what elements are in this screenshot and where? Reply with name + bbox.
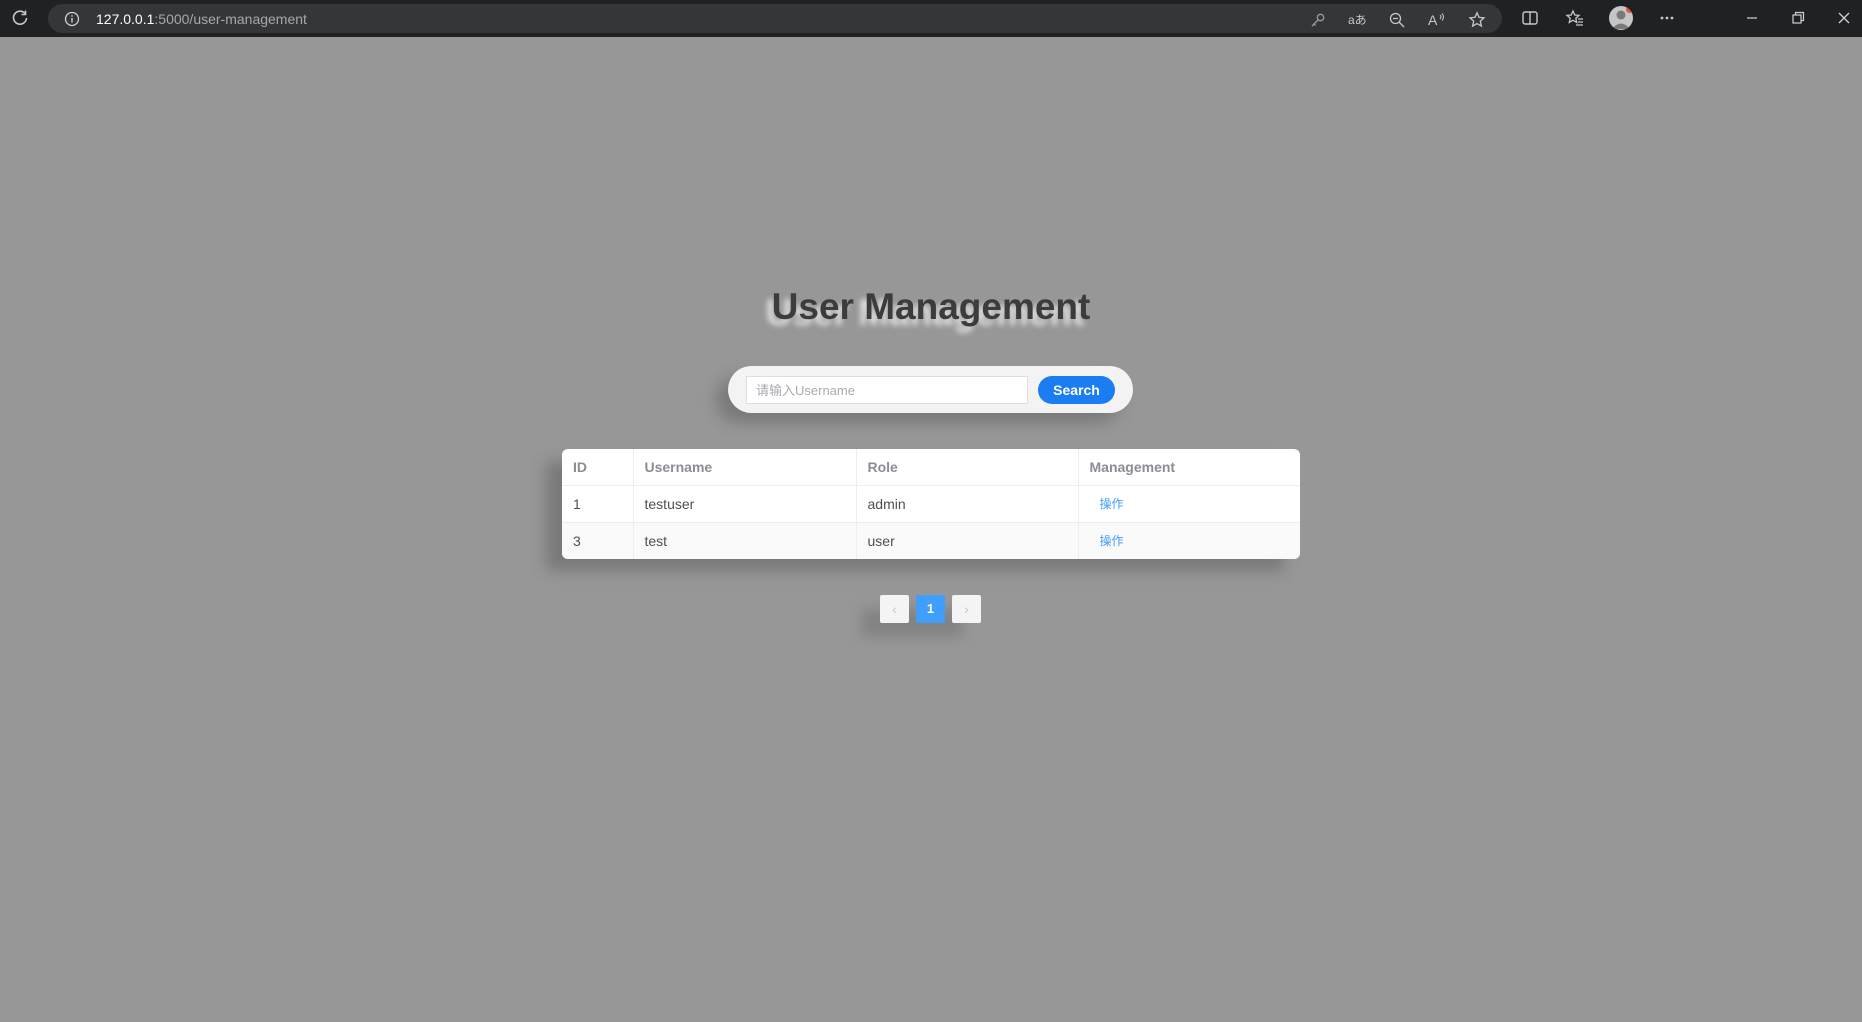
operate-link[interactable]: 操作 xyxy=(1100,534,1124,548)
url-path: :5000/user-management xyxy=(154,11,307,27)
translate-icon[interactable]: aあ xyxy=(1348,11,1367,29)
favorite-star-icon[interactable] xyxy=(1468,11,1486,29)
table-row: 1 testuser admin 操作 xyxy=(562,485,1300,523)
cell-username: testuser xyxy=(633,485,857,523)
site-info-icon[interactable] xyxy=(64,11,80,27)
page-number-button[interactable]: 1 xyxy=(916,595,945,623)
key-icon[interactable] xyxy=(1309,11,1327,29)
profile-avatar[interactable] xyxy=(1609,6,1633,30)
next-page-button[interactable]: › xyxy=(952,595,981,623)
column-header-management: Management xyxy=(1078,449,1300,486)
svg-text:aあ: aあ xyxy=(1348,13,1367,27)
cell-management: 操作 xyxy=(1078,485,1300,523)
search-button[interactable]: Search xyxy=(1038,376,1115,404)
split-screen-icon[interactable] xyxy=(1520,8,1540,28)
cell-role: user xyxy=(856,522,1079,559)
reload-icon[interactable] xyxy=(10,8,30,28)
svg-text:A: A xyxy=(1428,12,1438,28)
favorites-icon[interactable] xyxy=(1565,8,1585,28)
pagination: ‹ 1 › xyxy=(862,595,982,637)
cell-id: 3 xyxy=(562,522,634,559)
cell-management: 操作 xyxy=(1078,522,1300,559)
column-header-id: ID xyxy=(562,449,634,486)
cell-role: admin xyxy=(856,485,1079,523)
cell-id: 1 xyxy=(562,485,634,523)
search-input[interactable] xyxy=(746,376,1028,404)
column-header-role: Role xyxy=(856,449,1079,486)
browser-toolbar: 127.0.0.1:5000/user-management aあ A xyxy=(0,0,1862,37)
user-table: ID Username Role Management 1 testuser a… xyxy=(562,449,1300,559)
read-aloud-icon[interactable]: A xyxy=(1428,11,1446,29)
notification-dot xyxy=(1626,6,1633,13)
column-header-username: Username xyxy=(633,449,857,486)
table-header-row: ID Username Role Management xyxy=(562,449,1300,486)
search-bar: Search xyxy=(728,366,1133,413)
operate-link[interactable]: 操作 xyxy=(1100,497,1124,511)
url-host: 127.0.0.1 xyxy=(96,11,155,27)
prev-page-button[interactable]: ‹ xyxy=(880,595,909,623)
page-title: User Management xyxy=(771,286,1091,327)
zoom-out-icon[interactable] xyxy=(1388,11,1406,29)
cell-username: test xyxy=(633,522,857,559)
more-options-icon[interactable] xyxy=(1657,8,1677,28)
restore-icon[interactable] xyxy=(1788,8,1808,28)
address-bar[interactable]: 127.0.0.1:5000/user-management aあ A xyxy=(48,4,1502,33)
address-url[interactable]: 127.0.0.1:5000/user-management xyxy=(96,11,307,27)
table-row: 3 test user 操作 xyxy=(562,522,1300,559)
minimize-icon[interactable] xyxy=(1742,8,1762,28)
close-window-icon[interactable] xyxy=(1834,8,1854,28)
pagination-shadow xyxy=(862,609,962,637)
